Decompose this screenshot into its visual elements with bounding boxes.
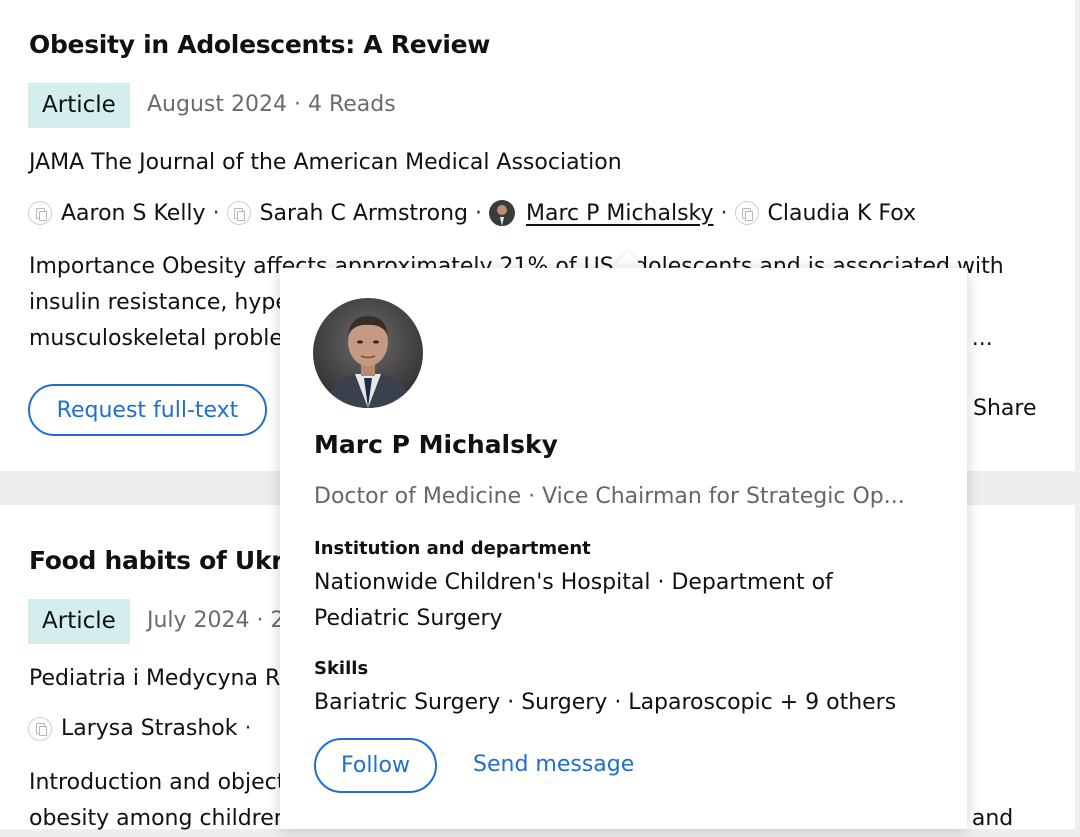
author-placeholder-icon — [28, 201, 52, 225]
profile-name[interactable]: Marc P Michalsky — [314, 430, 558, 459]
author-profile-popup: Marc P Michalsky Doctor of Medicine · Vi… — [280, 268, 967, 829]
author-name: Larysa Strashok — [61, 716, 238, 741]
send-message-button[interactable]: Send message — [473, 752, 634, 777]
profile-role: Doctor of Medicine · Vice Chairman for S… — [314, 484, 905, 509]
separator: · — [474, 200, 482, 226]
result-title[interactable]: Obesity in Adolescents: A Review — [29, 30, 490, 59]
follow-button[interactable]: Follow — [314, 738, 437, 793]
author-placeholder-icon — [734, 201, 759, 225]
author-name: Marc P Michalsky — [525, 200, 714, 226]
profile-avatar[interactable] — [313, 298, 423, 408]
author-list: Larysa Strashok · — [28, 716, 258, 741]
share-button[interactable]: Share — [973, 396, 1037, 421]
separator: · — [244, 716, 252, 741]
type-badge: Article — [28, 83, 130, 128]
author-link-hovered[interactable]: Marc P Michalsky — [488, 200, 714, 226]
author-avatar — [488, 200, 515, 226]
author-link[interactable]: Claudia K Fox — [734, 200, 917, 226]
author-link[interactable]: Aaron S Kelly — [28, 201, 206, 226]
separator: · — [720, 200, 728, 226]
author-placeholder-icon — [28, 716, 52, 741]
author-list: Aaron S Kelly · Sarah C Armstrong · Marc… — [28, 200, 916, 226]
institution-heading: Institution and department — [314, 538, 591, 559]
author-name: Aaron S Kelly — [61, 200, 206, 226]
type-badge: Article — [28, 599, 130, 644]
separator: · — [212, 200, 220, 226]
journal-name[interactable]: JAMA The Journal of the American Medical… — [29, 150, 622, 175]
skills-heading: Skills — [314, 658, 369, 679]
skills-list: Bariatric Surgery · Surgery · Laparoscop… — [314, 690, 897, 715]
author-placeholder-icon — [226, 201, 251, 225]
institution-line: Nationwide Children's Hospital · Departm… — [314, 570, 833, 595]
author-link[interactable]: Larysa Strashok — [28, 716, 237, 741]
author-name: Sarah C Armstrong — [259, 200, 468, 226]
result-meta: August 2024 · 4 Reads — [147, 92, 396, 117]
institution-line: Pediatric Surgery — [314, 606, 503, 631]
request-full-text-button[interactable]: Request full-text — [28, 384, 267, 436]
author-link[interactable]: Sarah C Armstrong — [226, 200, 468, 226]
author-name: Claudia K Fox — [767, 200, 917, 226]
popup-pointer — [612, 252, 644, 268]
